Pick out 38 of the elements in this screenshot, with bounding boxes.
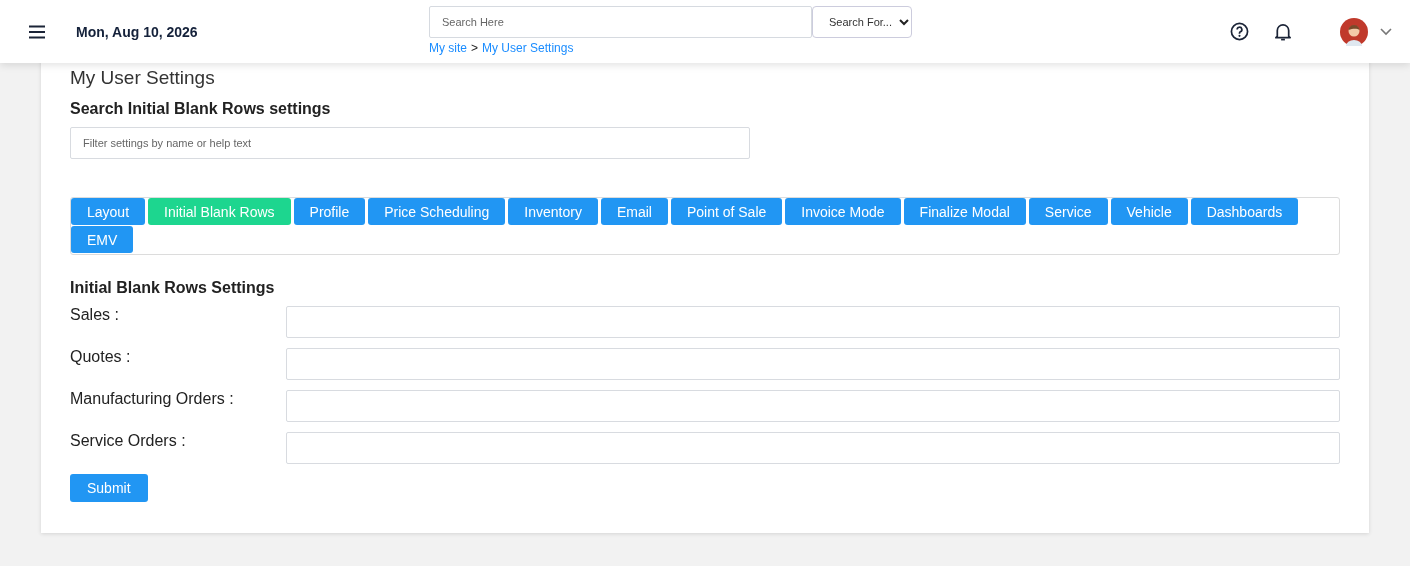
- tab[interactable]: Profile: [293, 198, 366, 225]
- menu-icon[interactable]: [28, 24, 46, 39]
- tab[interactable]: Initial Blank Rows: [148, 198, 291, 225]
- tab[interactable]: EMV: [71, 226, 134, 253]
- field-label: Quotes :: [70, 348, 132, 366]
- tab[interactable]: Dashboards: [1190, 198, 1299, 225]
- tab[interactable]: Layout: [71, 198, 146, 225]
- breadcrumb-separator: >: [471, 41, 479, 55]
- input-field[interactable]: [286, 348, 1340, 380]
- chevron-icon: [899, 18, 909, 26]
- breadcrumb-link[interactable]: My site: [429, 41, 467, 55]
- search-type-dropdown[interactable]: Search For...: [812, 6, 912, 38]
- submit-button[interactable]: Submit: [70, 474, 148, 502]
- tab[interactable]: Invoice Mode: [785, 198, 901, 225]
- input-field[interactable]: [286, 306, 1340, 338]
- avatar-icon[interactable]: [1340, 17, 1368, 46]
- tab[interactable]: Point of Sale: [670, 198, 783, 225]
- input-field[interactable]: [286, 390, 1340, 422]
- tab[interactable]: Finalize Modal: [903, 198, 1026, 225]
- bell-icon[interactable]: [1274, 22, 1292, 41]
- tab[interactable]: Inventory: [508, 198, 598, 225]
- tab[interactable]: Vehicle: [1110, 198, 1188, 225]
- search-field[interactable]: Search Here: [429, 6, 812, 38]
- filter-field[interactable]: Filter settings by name or help text: [70, 127, 750, 159]
- field-label: Sales :: [70, 306, 120, 324]
- input-field[interactable]: [286, 432, 1340, 464]
- help-icon[interactable]: [1230, 22, 1249, 41]
- field-label: Service Orders :: [70, 432, 187, 450]
- chevron-icon[interactable]: [1380, 27, 1392, 36]
- tab[interactable]: Email: [600, 198, 668, 225]
- field-label: Manufacturing Orders :: [70, 390, 235, 408]
- tab[interactable]: Price Scheduling: [368, 198, 506, 225]
- section-heading: Search Initial Blank Rows settings: [70, 100, 332, 118]
- date-text: Mon, Aug 10, 2026: [76, 23, 198, 40]
- tab[interactable]: Service: [1028, 198, 1108, 225]
- section-heading: Initial Blank Rows Settings: [70, 279, 276, 297]
- breadcrumb-link[interactable]: My User Settings: [482, 41, 574, 55]
- page-title: My User Settings: [70, 66, 216, 89]
